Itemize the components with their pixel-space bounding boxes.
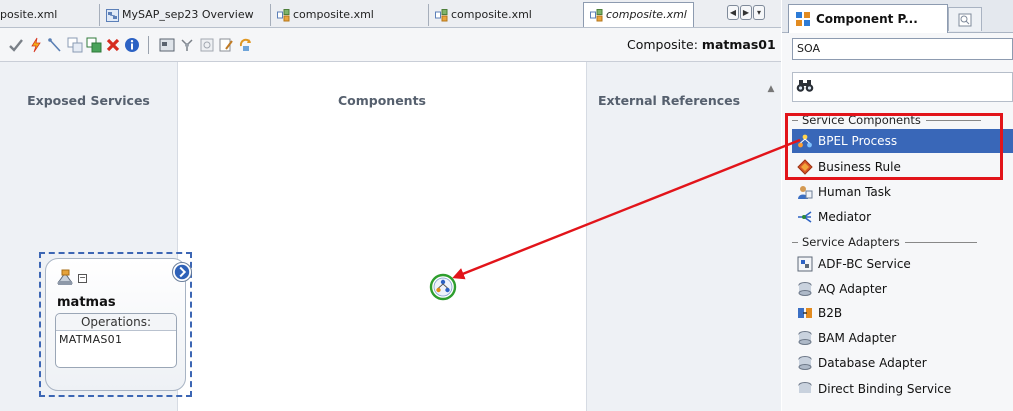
palette-category-select[interactable]: SOA [792, 38, 1013, 60]
tab-resource-palette[interactable] [948, 7, 982, 31]
palette-item-label: B2B [818, 306, 843, 320]
operation-item[interactable]: MATMAS01 [56, 331, 176, 349]
toolbar-separator [148, 36, 149, 54]
components-lane[interactable]: Components [178, 62, 586, 411]
group-rule [792, 241, 798, 243]
palette-item-mediator[interactable]: Mediator [792, 205, 1013, 229]
tab-list-dropdown-icon[interactable]: ▾ [753, 5, 765, 20]
tab-mysap-overview[interactable]: MySAP_sep23 Overview [99, 4, 260, 26]
paste-icon[interactable] [85, 36, 102, 53]
exposed-service-card[interactable]: − matmas Operations: MATMAS01 [39, 252, 192, 397]
group-rule [904, 241, 977, 243]
composite-name-label: Composite: matmas01 [627, 37, 776, 52]
tab-label: posite.xml [0, 8, 58, 21]
layout-icon[interactable] [158, 36, 175, 53]
layout-grid-icon[interactable] [178, 36, 195, 53]
tab-scroll-right-icon[interactable]: ▶ [740, 5, 752, 20]
scroll-up-icon[interactable]: ▲ [765, 84, 777, 98]
palette-item-adf-bc-service[interactable]: ADF-BC Service [792, 252, 1013, 276]
operations-label: Operations: [56, 314, 176, 331]
view-icon[interactable] [198, 36, 215, 53]
aq-adapter-icon [797, 281, 813, 297]
palette-item-label: ADF-BC Service [818, 257, 911, 271]
b2b-icon [797, 305, 813, 321]
editor-toolbar: Composite: matmas01 [0, 28, 781, 62]
tab-label: composite.xml [451, 8, 532, 21]
database-adapter-icon [797, 355, 813, 371]
tab-component-palette[interactable]: Component P... [788, 4, 948, 33]
resource-palette-icon [958, 13, 972, 26]
service-name: matmas [57, 295, 116, 310]
palette-item-label: Database Adapter [818, 356, 927, 370]
tab-composite-xml-1[interactable]: composite.xml [270, 4, 380, 26]
composite-icon [277, 8, 290, 21]
palette-item-bam-adapter[interactable]: BAM Adapter [792, 326, 1013, 350]
composite-icon [590, 8, 603, 21]
refresh-icon[interactable] [237, 36, 254, 53]
palette-item-label: Mediator [818, 210, 872, 224]
mediator-icon [797, 209, 813, 225]
annotation-highlight-box [785, 113, 1003, 180]
tab-label: composite.xml [606, 8, 687, 21]
collapse-icon[interactable]: − [78, 274, 87, 283]
tab-label: MySAP_sep23 Overview [122, 8, 254, 21]
service-body: − matmas Operations: MATMAS01 [45, 258, 192, 391]
composite-icon [435, 8, 448, 21]
bam-adapter-icon [797, 330, 813, 346]
tab-label: composite.xml [293, 8, 374, 21]
human-task-icon [797, 184, 813, 200]
palette-tab-bar: Component P... [782, 0, 1013, 33]
palette-item-direct-binding-service[interactable]: Direct Binding Service [792, 377, 1013, 401]
external-references-lane[interactable]: External References [586, 62, 781, 411]
info-icon[interactable] [123, 36, 140, 53]
editor-tab-bar: posite.xml MySAP_sep23 Overview composit… [0, 0, 781, 28]
adf-bc-icon [797, 256, 813, 272]
palette-item-label: BAM Adapter [818, 331, 897, 345]
component-palette: Component P... SOA Service Components BP… [782, 0, 1013, 411]
lane-title-components: Components [337, 93, 426, 108]
lane-title-exposed-services: Exposed Services [27, 93, 150, 108]
overview-icon [106, 8, 119, 22]
palette-item-label: Direct Binding Service [818, 382, 952, 396]
drop-target-bpel-icon[interactable] [428, 272, 458, 302]
palette-item-human-task[interactable]: Human Task [792, 180, 1013, 204]
group-label: Service Adapters [802, 235, 900, 249]
palette-item-label: Human Task [818, 185, 891, 199]
adapter-service-icon [57, 269, 73, 285]
copy-icon[interactable] [66, 36, 83, 53]
service-wire-handle-icon[interactable] [172, 262, 192, 282]
composite-editor: posite.xml MySAP_sep23 Overview composit… [0, 0, 781, 411]
palette-item-database-adapter[interactable]: Database Adapter [792, 351, 1013, 375]
tab-composite-xml-active[interactable]: composite.xml [583, 2, 694, 27]
lane-title-external-references: External References [598, 93, 741, 108]
group-service-adapters[interactable]: Service Adapters [792, 235, 977, 249]
tab-composite-xml-2[interactable]: composite.xml [428, 4, 538, 26]
palette-search-field[interactable] [792, 72, 1013, 102]
palette-item-label: AQ Adapter [818, 282, 887, 296]
palette-title: Component P... [816, 12, 918, 26]
composite-prefix: Composite: [627, 37, 698, 52]
operations-box: Operations: MATMAS01 [55, 313, 177, 368]
edit-icon[interactable] [217, 36, 234, 53]
deploy-icon[interactable] [27, 36, 44, 53]
palette-item-aq-adapter[interactable]: AQ Adapter [792, 277, 1013, 301]
delete-icon[interactable] [104, 36, 121, 53]
wire-icon[interactable] [46, 36, 63, 53]
binoculars-icon [796, 80, 814, 92]
palette-item-b2b[interactable]: B2B [792, 301, 1013, 325]
composite-name: matmas01 [701, 37, 776, 52]
direct-binding-icon [797, 381, 813, 397]
tab-scroll-left-icon[interactable]: ◀ [727, 5, 739, 20]
validate-icon[interactable] [7, 36, 24, 53]
palette-icon [796, 12, 810, 26]
tab-navigation: ◀ ▶ ▾ [727, 5, 765, 22]
tab-posite-xml[interactable]: posite.xml [0, 4, 63, 26]
